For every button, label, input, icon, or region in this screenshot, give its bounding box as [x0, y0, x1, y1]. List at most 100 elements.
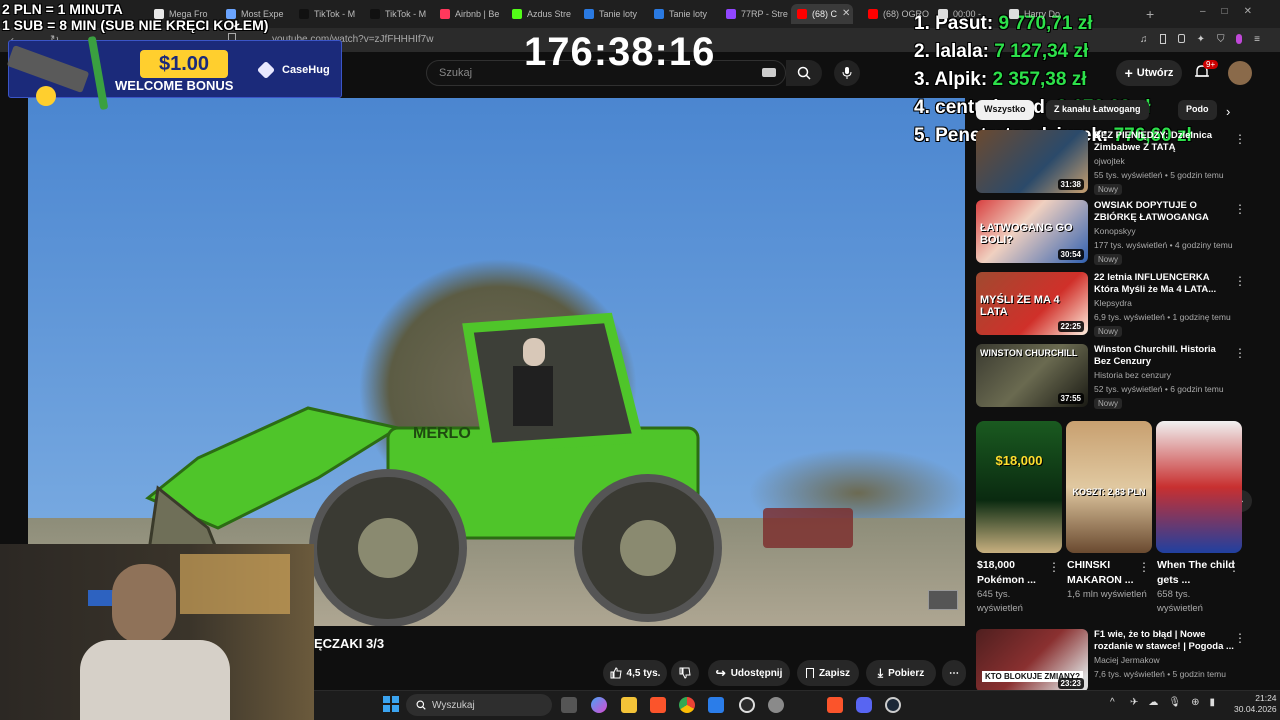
browser-tab[interactable]: Tanie loty [578, 4, 648, 24]
ad-bonus-amount: $1.00 [140, 50, 228, 78]
share-button[interactable]: ↪ Udostępnij [708, 660, 790, 686]
filter-chip[interactable]: Wszystko [976, 100, 1034, 120]
short-views: 645 tys. wyświetleń [977, 589, 1023, 614]
tab-label: Most Expe [241, 9, 284, 19]
related-title[interactable]: Winston Churchill. Historia Bez Cenzury [1094, 344, 1234, 368]
tab-label: TikTok - M [385, 9, 427, 19]
taskbar-search[interactable]: Wyszukaj [406, 694, 552, 716]
taskbar-clock[interactable]: 21:24 30.04.2026 [1234, 693, 1277, 715]
browser-tab[interactable]: 77RP - Stre [720, 4, 790, 24]
browser-tab[interactable]: TikTok - M [364, 4, 434, 24]
tab-favicon-icon [726, 9, 736, 19]
streamer-shirt [80, 640, 230, 720]
dislike-button[interactable] [671, 660, 699, 686]
clock-date: 30.04.2026 [1234, 704, 1277, 714]
more-options-icon[interactable]: ⋮ [1228, 560, 1240, 574]
search-button[interactable] [786, 60, 822, 86]
steam-icon[interactable] [885, 697, 901, 713]
menu-icon[interactable]: ≡ [1254, 34, 1260, 46]
browser-tab[interactable]: TikTok - M [293, 4, 363, 24]
more-options-icon[interactable]: ⋮ [1234, 346, 1246, 360]
short-title[interactable]: When The child gets ... [1157, 558, 1235, 588]
related-meta: 177 tys. wyświetleń • 4 godziny temu [1094, 240, 1233, 250]
tray-overflow-icon[interactable]: ^ [1110, 697, 1115, 708]
related-channel[interactable]: ojwojtek [1094, 156, 1125, 166]
store-icon[interactable] [708, 697, 724, 713]
browser-tab[interactable]: Azdus Stre [506, 4, 576, 24]
search-icon [416, 700, 426, 710]
share-label: Udostępnij [730, 667, 783, 679]
ad-subtitle: WELCOME BONUS [115, 78, 234, 93]
keyboard-icon[interactable] [762, 68, 776, 77]
more-actions-button[interactable]: ⋯ [942, 660, 966, 686]
browser-tab[interactable]: (68) OGRO [862, 4, 932, 24]
browser-tab[interactable]: 00:00 - [932, 4, 1002, 24]
thumbnail-caption: WINSTON CHURCHILL [980, 348, 1078, 358]
browser-tab[interactable]: Most Expe [220, 4, 290, 24]
related-title[interactable]: 22 letnia INFLUENCERKA Która Myśli że Ma… [1094, 272, 1234, 296]
browser-tab[interactable]: Harry Do [1003, 4, 1073, 24]
brave-active-icon[interactable] [827, 697, 843, 713]
related-video[interactable]: 31:38 BEZ PIENIĘDZY: Dzielnica Zimbabwe Z… [976, 130, 1256, 195]
profile-icon[interactable] [1236, 34, 1243, 44]
tab-favicon-icon [154, 9, 164, 19]
like-button[interactable]: 4,5 tys. [603, 660, 667, 686]
window-controls[interactable]: –□✕ [1200, 6, 1268, 17]
windows-start-icon[interactable] [383, 696, 399, 712]
obs-icon[interactable] [739, 697, 755, 713]
related-channel[interactable]: Maciej Jermakow [1094, 655, 1160, 665]
file-explorer-icon[interactable] [621, 697, 637, 713]
tray-icons[interactable]: ✈☁🎙⊕▮ [1130, 697, 1225, 708]
chevron-right-icon[interactable]: › [1226, 104, 1230, 119]
related-channel[interactable]: Historia bez cenzury [1094, 370, 1171, 380]
shield-icon[interactable]: ⛉ [1217, 34, 1225, 46]
short-thumbnail[interactable]: KOSZT: 2,83 PLN [1066, 421, 1152, 553]
browser-tab[interactable]: Airbnb | Be [434, 4, 504, 24]
short-title[interactable]: $18,000 Pokémon ... [977, 558, 1055, 588]
brave-icon[interactable] [650, 697, 666, 713]
filter-chip[interactable]: Z kanału Łatwogang [1046, 100, 1149, 120]
related-thumbnail: WINSTON CHURCHILL 37:55 [976, 344, 1088, 407]
more-options-icon[interactable]: ⋮ [1234, 274, 1246, 288]
discord-icon[interactable] [856, 697, 872, 713]
related-title[interactable]: F1 wie, że to błąd | Nowe rozdanie w sta… [1094, 629, 1234, 653]
copilot-icon[interactable] [591, 697, 607, 713]
related-title[interactable]: OWSIAK DOPYTUJE O ZBIÓRKĘ ŁATWOGANGA (GA… [1094, 200, 1234, 224]
short-thumbnail[interactable]: $18,000 [976, 421, 1062, 553]
browser-tab[interactable]: Tanie loty [648, 4, 718, 24]
extension-icon[interactable]: ✦ [1197, 34, 1205, 46]
related-title[interactable]: BEZ PIENIĘDZY: Dzielnica Zimbabwe Z TATĄ [1094, 130, 1234, 154]
new-badge: Nowy [1094, 398, 1123, 409]
related-channel[interactable]: Konopskyy [1094, 226, 1136, 236]
tab-close-icon[interactable]: ✕ [842, 8, 850, 19]
video-duration: 37:55 [1057, 393, 1084, 404]
related-video[interactable]: WINSTON CHURCHILL 37:55 Winston Churchill.… [976, 344, 1256, 409]
channel-watermark[interactable] [928, 590, 958, 610]
more-options-icon[interactable]: ⋮ [1048, 560, 1060, 574]
avatar[interactable] [1228, 61, 1252, 85]
related-video[interactable]: ŁATWOGANG GO BOLI? 30:54 OWSIAK DOPYTUJE O… [976, 200, 1256, 265]
short-title[interactable]: CHINSKI MAKARON ... [1067, 558, 1145, 588]
related-meta: 55 tys. wyświetleń • 5 godzin temu [1094, 170, 1224, 180]
task-view-icon[interactable] [561, 697, 577, 713]
chrome-icon[interactable] [679, 697, 695, 713]
donation-leaderboard: 1. Pasut: 9 770,71 zł 2. lalala: 7 127,34… [914, 10, 1192, 150]
tab-label: TikTok - M [314, 9, 356, 19]
download-button[interactable]: ⤓ Pobierz [866, 660, 936, 686]
save-button[interactable]: Zapisz [797, 660, 859, 686]
new-badge: Nowy [1094, 326, 1123, 337]
related-video-bottom[interactable]: KTO BLOKUJE ZMIANY? 23:23 F1 wie, że to … [976, 629, 1256, 693]
filter-chip[interactable]: Podo [1178, 100, 1217, 120]
voice-search-button[interactable] [834, 60, 860, 86]
short-thumbnail[interactable] [1156, 421, 1242, 553]
settings-icon[interactable] [768, 697, 784, 713]
more-options-icon[interactable]: ⋮ [1234, 132, 1246, 146]
more-options-icon[interactable]: ⋮ [1234, 631, 1246, 645]
browser-tab[interactable]: Mega Fro [148, 4, 218, 24]
tab-favicon-icon [654, 9, 664, 19]
related-channel[interactable]: Klepsydra [1094, 298, 1132, 308]
thumbnail-caption: ŁATWOGANG GO BOLI? [980, 222, 1073, 246]
more-options-icon[interactable]: ⋮ [1234, 202, 1246, 216]
related-video[interactable]: MYŚLI ŻE MA 4 LATA 22:25 22 letnia INFLUEN… [976, 272, 1256, 337]
more-options-icon[interactable]: ⋮ [1138, 560, 1150, 574]
